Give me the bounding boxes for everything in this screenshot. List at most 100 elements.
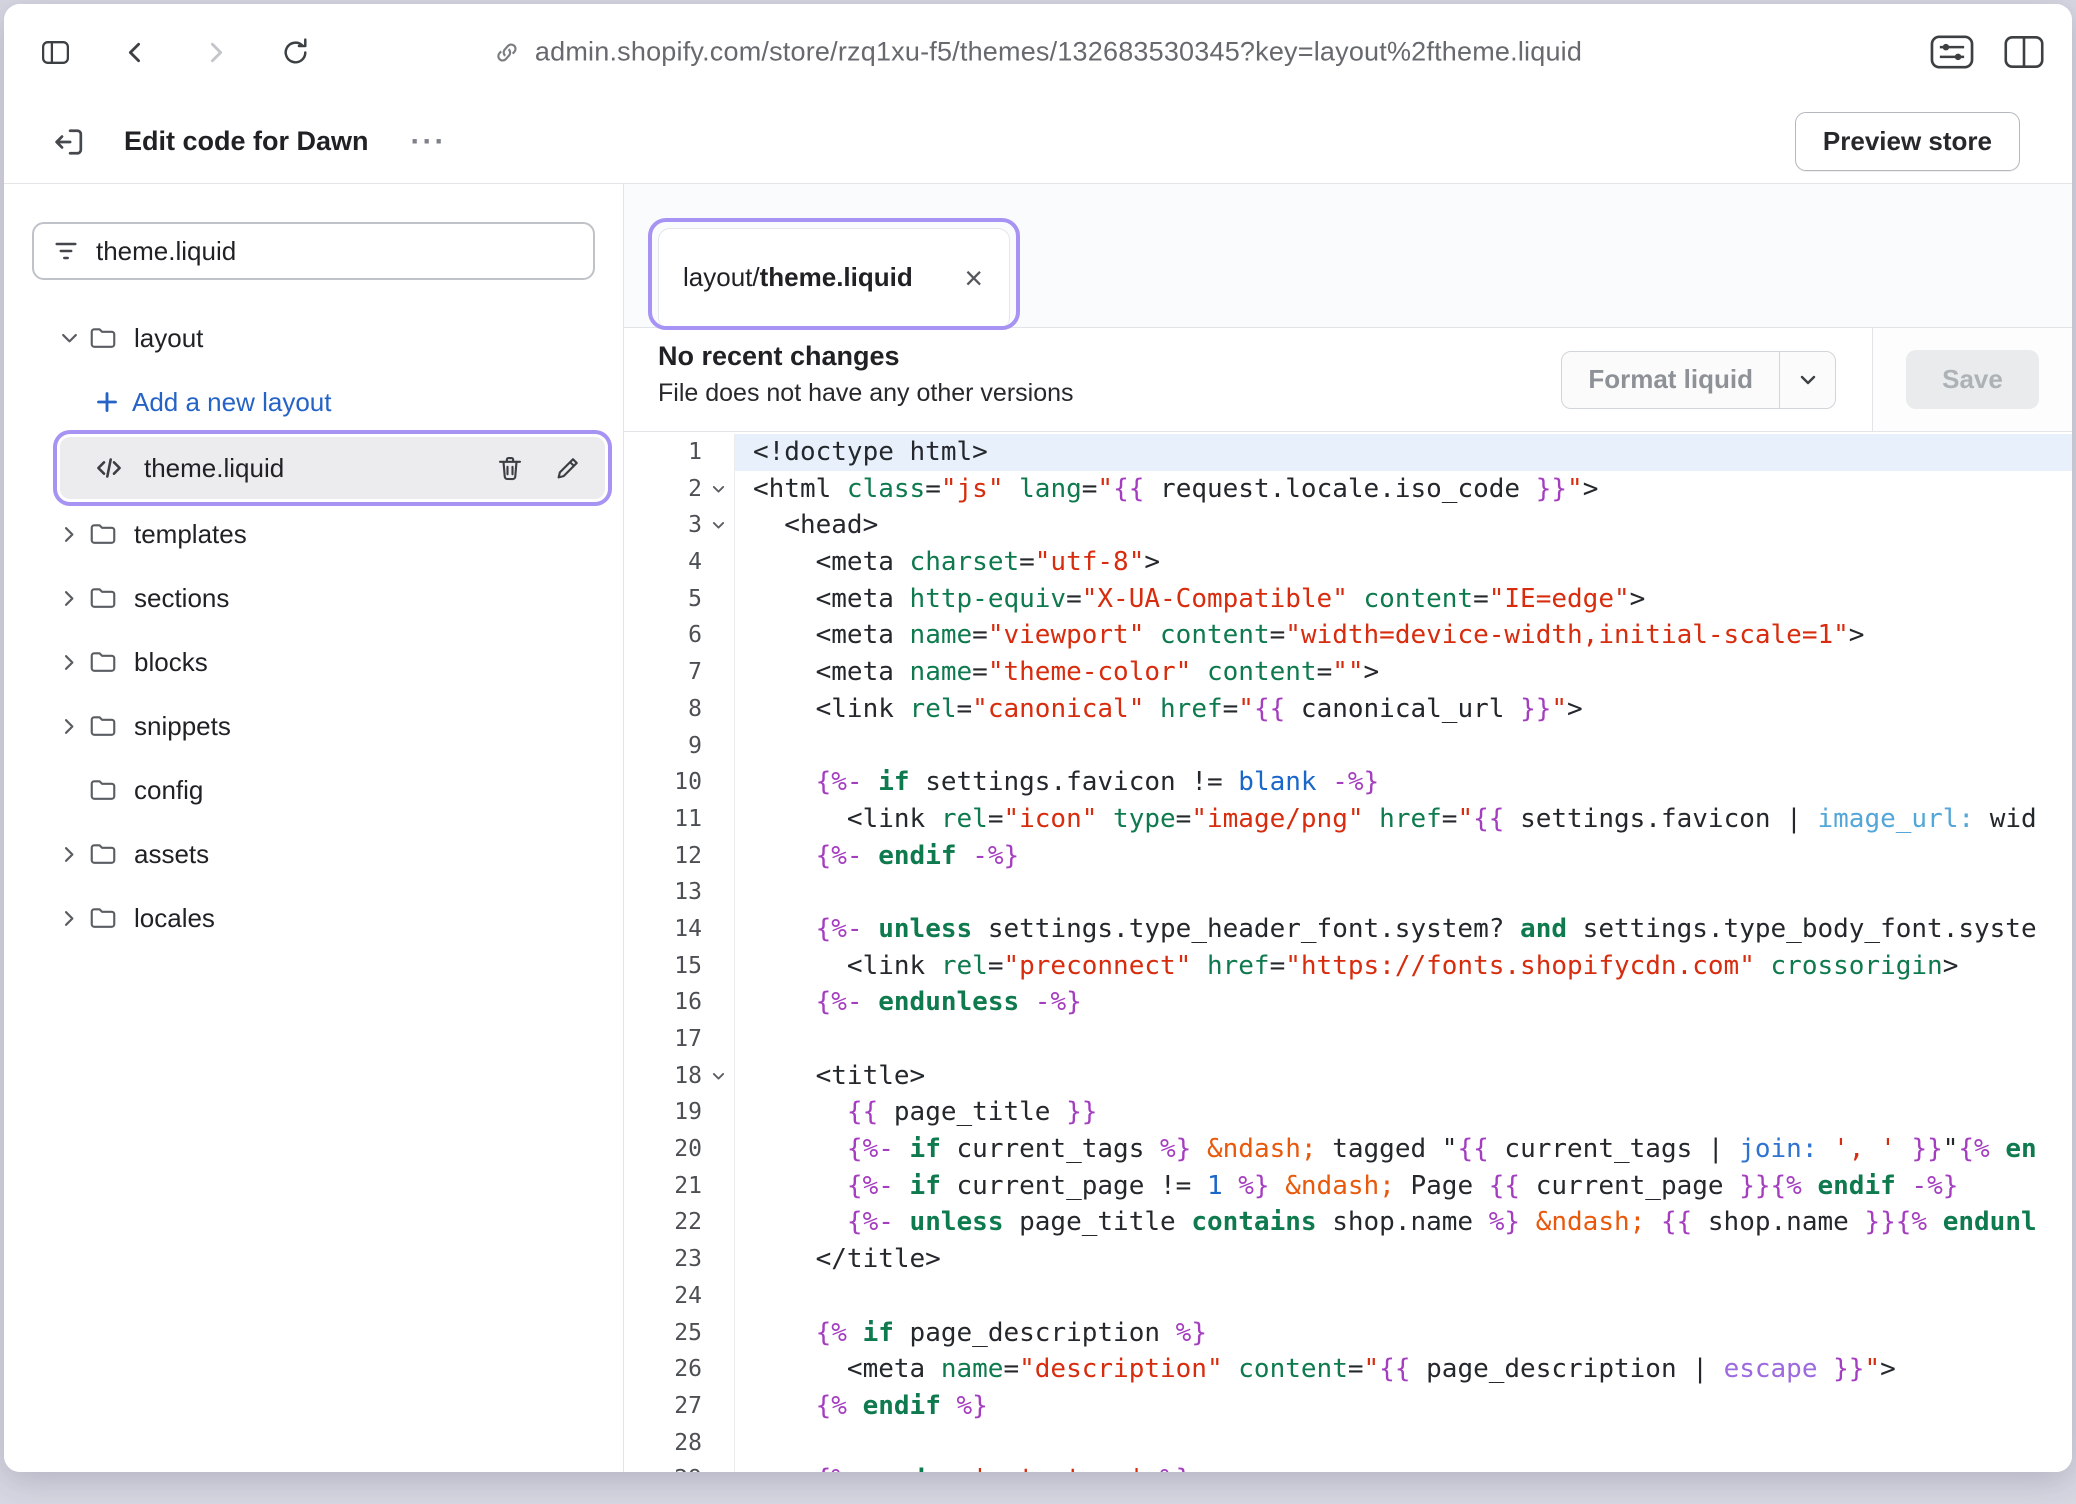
tab-theme-liquid[interactable]: layout/theme.liquid × <box>658 228 1010 326</box>
sidebar-folder-locales[interactable]: locales <box>4 886 623 950</box>
tab-strip: layout/theme.liquid × <box>624 184 2072 328</box>
code-line-text: {%- if current_tags %} &ndash; tagged "{… <box>734 1131 2072 1168</box>
folder-label: locales <box>134 903 215 934</box>
rename-file-button[interactable] <box>549 449 587 487</box>
file-search-input[interactable] <box>96 236 575 267</box>
code-line-text <box>734 1278 2072 1315</box>
code-line[interactable]: 10 {%- if settings.favicon != blank -%} <box>624 764 2072 801</box>
add-new-layout-button[interactable]: Add a new layout <box>4 370 623 434</box>
address-bar[interactable]: admin.shopify.com/store/rzq1xu-f5/themes… <box>494 37 1582 68</box>
line-number-gutter: 5 <box>624 581 734 618</box>
code-line[interactable]: 17 <box>624 1021 2072 1058</box>
chevron-right-icon[interactable] <box>50 651 88 674</box>
code-line[interactable]: 8 <link rel="canonical" href="{{ canonic… <box>624 691 2072 728</box>
code-line[interactable]: 26 <meta name="description" content="{{ … <box>624 1351 2072 1388</box>
reload-button[interactable] <box>272 29 318 75</box>
code-line[interactable]: 27 {% endif %} <box>624 1388 2072 1425</box>
code-line[interactable]: 18 <title> <box>624 1058 2072 1095</box>
code-line[interactable]: 11 <link rel="icon" type="image/png" hre… <box>624 801 2072 838</box>
sidebar-folder-config[interactable]: config <box>4 758 623 822</box>
chevron-right-icon[interactable] <box>50 907 88 930</box>
sidebar-folder-layout[interactable]: layout <box>4 306 623 370</box>
back-button[interactable] <box>112 29 158 75</box>
code-line-text: <link rel="canonical" href="{{ canonical… <box>734 691 2072 728</box>
line-number-gutter: 12 <box>624 838 734 875</box>
code-line[interactable]: 21 {%- if current_page != 1 %} &ndash; P… <box>624 1168 2072 1205</box>
code-line[interactable]: 13 <box>624 874 2072 911</box>
code-line[interactable]: 15 <link rel="preconnect" href="https://… <box>624 948 2072 985</box>
line-number: 3 <box>688 507 702 544</box>
status-title: No recent changes <box>658 341 1074 372</box>
chevron-right-icon[interactable] <box>50 843 88 866</box>
sidebar-toggle-button[interactable] <box>32 29 78 75</box>
fold-toggle-icon[interactable] <box>702 507 734 544</box>
trash-icon <box>495 453 525 483</box>
code-line[interactable]: 24 <box>624 1278 2072 1315</box>
line-number: 14 <box>674 911 702 948</box>
fold-toggle-icon[interactable] <box>702 1058 734 1095</box>
split-view-button[interactable] <box>2004 35 2044 69</box>
code-line[interactable]: 25 {% if page_description %} <box>624 1315 2072 1352</box>
code-line[interactable]: 20 {%- if current_tags %} &ndash; tagged… <box>624 1131 2072 1168</box>
more-actions-button[interactable]: ··· <box>411 127 447 157</box>
line-number-gutter: 17 <box>624 1021 734 1058</box>
format-liquid-button[interactable]: Format liquid <box>1562 352 1779 408</box>
code-line[interactable]: 9 <box>624 728 2072 765</box>
code-line[interactable]: 23 </title> <box>624 1241 2072 1278</box>
code-line[interactable]: 29 {% render 'meta-tags' %} <box>624 1461 2072 1472</box>
delete-file-button[interactable] <box>491 449 529 487</box>
code-line[interactable]: 14 {%- unless settings.type_header_font.… <box>624 911 2072 948</box>
save-button[interactable]: Save <box>1906 350 2039 409</box>
file-tree: layoutAdd a new layouttheme.liquidtempla… <box>4 306 623 950</box>
page-settings-button[interactable] <box>1930 35 1974 69</box>
code-line[interactable]: 5 <meta http-equiv="X-UA-Compatible" con… <box>624 581 2072 618</box>
editor-panel: layout/theme.liquid × No recent changes … <box>624 184 2072 1472</box>
exit-editor-button[interactable] <box>46 119 92 165</box>
line-number: 19 <box>674 1094 702 1131</box>
line-number-gutter: 13 <box>624 874 734 911</box>
line-number-gutter: 16 <box>624 984 734 1021</box>
folder-label: blocks <box>134 647 208 678</box>
chevron-right-icon[interactable] <box>50 587 88 610</box>
code-line[interactable]: 1<!doctype html> <box>624 434 2072 471</box>
code-line[interactable]: 7 <meta name="theme-color" content=""> <box>624 654 2072 691</box>
folder-label: assets <box>134 839 209 870</box>
sidebar-folder-blocks[interactable]: blocks <box>4 630 623 694</box>
folder-icon <box>88 903 118 933</box>
fold-toggle-icon[interactable] <box>702 471 734 508</box>
code-line[interactable]: 4 <meta charset="utf-8"> <box>624 544 2072 581</box>
forward-button[interactable] <box>192 29 238 75</box>
code-line[interactable]: 3 <head> <box>624 507 2072 544</box>
chevron-right-icon[interactable] <box>50 715 88 738</box>
chevron-right-icon[interactable] <box>50 523 88 546</box>
folder-label: config <box>134 775 203 806</box>
file-search-field[interactable] <box>32 222 595 280</box>
code-editor[interactable]: 1<!doctype html>2<html class="js" lang="… <box>624 432 2072 1472</box>
page-settings-icon <box>1930 35 1974 69</box>
code-line[interactable]: 16 {%- endunless -%} <box>624 984 2072 1021</box>
browser-nav-controls <box>32 29 318 75</box>
tab-close-button[interactable]: × <box>962 262 985 294</box>
preview-store-button[interactable]: Preview store <box>1795 112 2020 171</box>
format-options-dropdown[interactable] <box>1779 352 1835 408</box>
code-line[interactable]: 6 <meta name="viewport" content="width=d… <box>624 617 2072 654</box>
sidebar-file-row: theme.liquid <box>4 434 623 502</box>
sidebar-folder-sections[interactable]: sections <box>4 566 623 630</box>
chevron-down-icon[interactable] <box>50 327 88 350</box>
code-line[interactable]: 12 {%- endif -%} <box>624 838 2072 875</box>
code-line[interactable]: 19 {{ page_title }} <box>624 1094 2072 1131</box>
line-number-gutter: 26 <box>624 1351 734 1388</box>
code-file-icon <box>92 451 126 485</box>
folder-icon <box>88 323 118 353</box>
code-line[interactable]: 22 {%- unless page_title contains shop.n… <box>624 1204 2072 1241</box>
line-number-gutter: 23 <box>624 1241 734 1278</box>
sidebar-folder-snippets[interactable]: snippets <box>4 694 623 758</box>
sidebar-file-theme.liquid[interactable]: theme.liquid <box>60 437 605 499</box>
line-number-gutter: 6 <box>624 617 734 654</box>
code-line[interactable]: 28 <box>624 1425 2072 1462</box>
content-area: layoutAdd a new layouttheme.liquidtempla… <box>4 184 2072 1472</box>
code-line[interactable]: 2<html class="js" lang="{{ request.local… <box>624 471 2072 508</box>
sidebar-folder-assets[interactable]: assets <box>4 822 623 886</box>
sidebar-folder-templates[interactable]: templates <box>4 502 623 566</box>
line-number: 7 <box>688 654 702 691</box>
